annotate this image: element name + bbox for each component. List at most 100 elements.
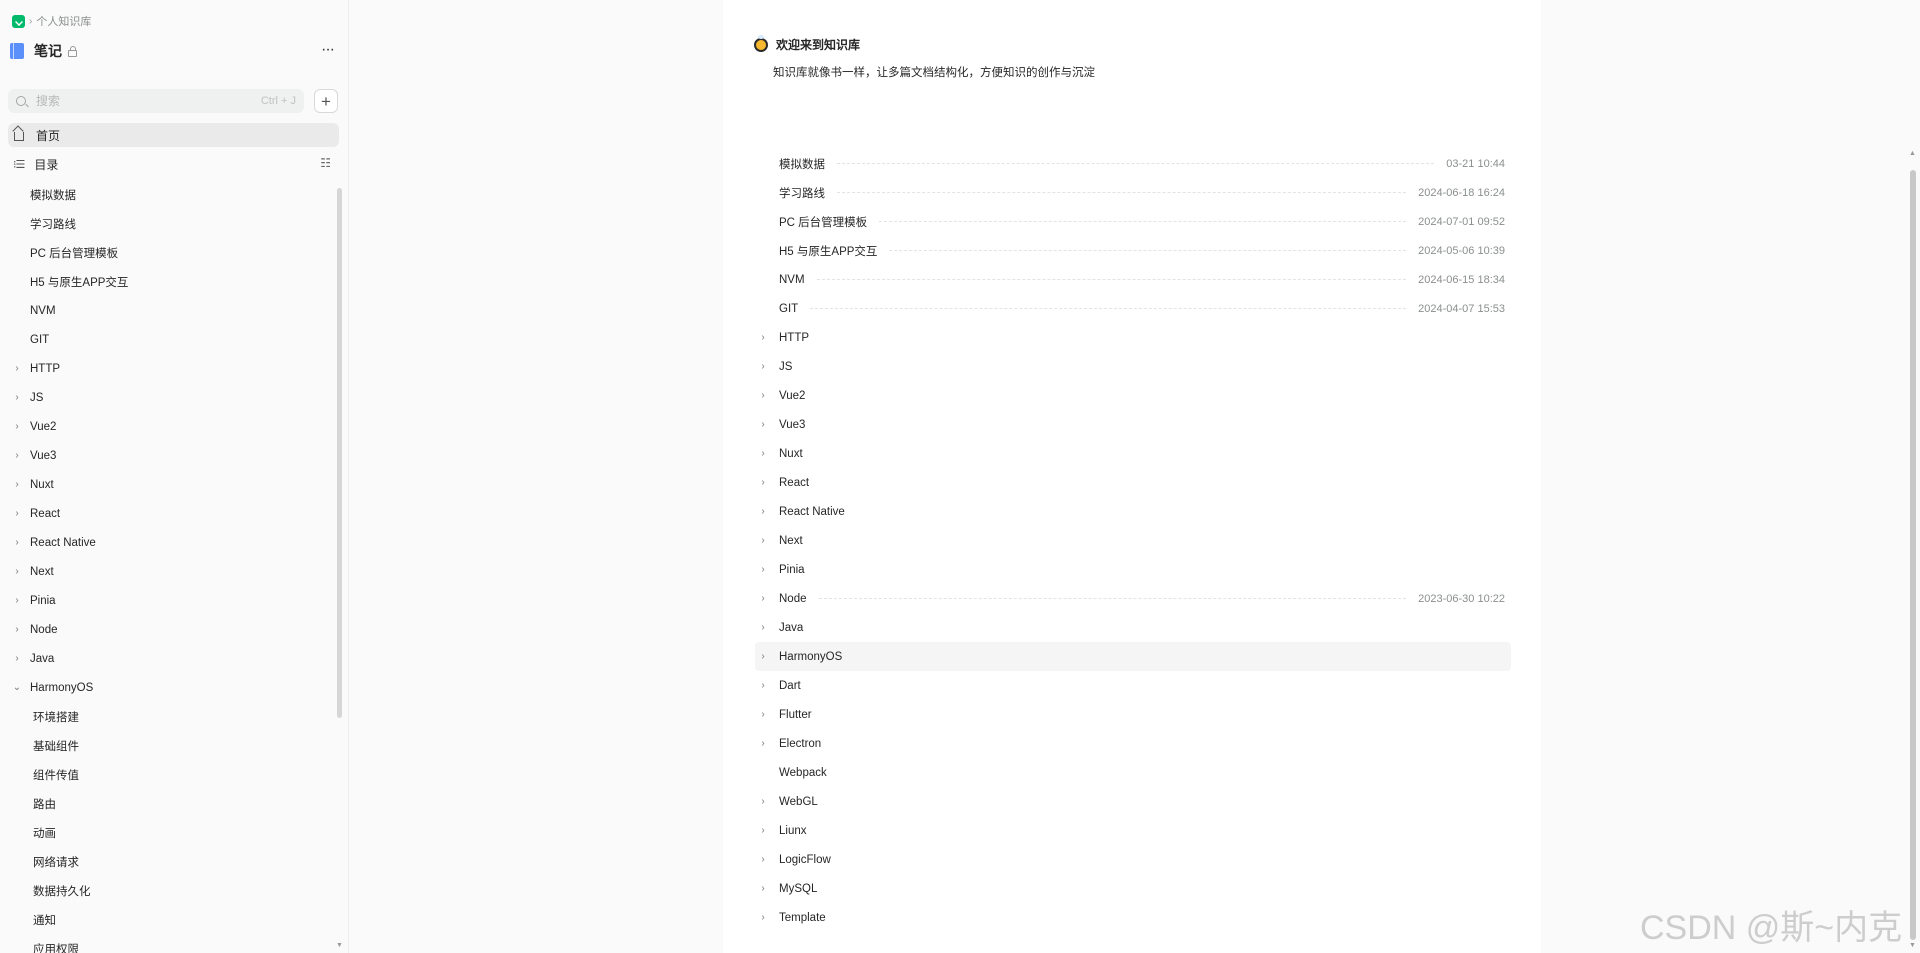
sidebar-tree-item[interactable]: › React <box>8 499 339 528</box>
sidebar-tree-item[interactable]: 数据持久化 <box>8 876 339 905</box>
doc-list-item[interactable]: PC 后台管理模板 2024-07-01 09:52 <box>755 207 1511 236</box>
doc-list-item[interactable]: › Dart <box>755 671 1511 700</box>
doc-title[interactable]: MySQL <box>779 883 817 895</box>
chevron-right-icon[interactable]: › <box>757 651 769 662</box>
doc-title[interactable]: NVM <box>779 274 805 286</box>
doc-list-item[interactable]: › MySQL <box>755 874 1511 903</box>
chevron-right-icon[interactable]: › <box>757 477 769 488</box>
sidebar-tree-item[interactable]: PC 后台管理模板 <box>8 238 339 267</box>
doc-list-item[interactable]: H5 与原生APP交互 2024-05-06 10:39 <box>755 236 1511 265</box>
doc-title[interactable]: Flutter <box>779 709 812 721</box>
add-button[interactable]: + <box>314 89 338 113</box>
doc-list-item[interactable]: › Flutter <box>755 700 1511 729</box>
doc-list-item[interactable]: › Node 2023-06-30 10:22 <box>755 584 1511 613</box>
doc-list-item[interactable]: › Next <box>755 526 1511 555</box>
chevron-right-icon[interactable]: › <box>10 508 24 519</box>
sidebar-scrollbar[interactable] <box>337 188 342 718</box>
doc-list-item[interactable]: › HarmonyOS <box>755 642 1511 671</box>
book-title[interactable]: 笔记 <box>34 41 62 61</box>
doc-list-item[interactable]: › Java <box>755 613 1511 642</box>
doc-list-item[interactable]: GIT 2024-04-07 15:53 <box>755 294 1511 323</box>
doc-title[interactable]: HTTP <box>779 332 809 344</box>
chevron-right-icon[interactable]: › <box>757 593 769 604</box>
chevron-right-icon[interactable]: › <box>757 390 769 401</box>
chevron-right-icon[interactable]: › <box>10 363 24 374</box>
doc-title[interactable]: H5 与原生APP交互 <box>779 243 877 259</box>
chevron-right-icon[interactable]: › <box>757 854 769 865</box>
chevron-right-icon[interactable]: › <box>757 912 769 923</box>
sidebar-tree-item[interactable]: › Java <box>8 644 339 673</box>
toc-view-toggle-icon[interactable]: ☷ <box>320 156 331 170</box>
doc-list-item[interactable]: › WebGL <box>755 787 1511 816</box>
sidebar-tree-item[interactable]: GIT <box>8 325 339 354</box>
chevron-right-icon[interactable]: › <box>10 450 24 461</box>
doc-title[interactable]: Vue3 <box>779 419 805 431</box>
sidebar-tree-item[interactable]: 动画 <box>8 818 339 847</box>
sidebar-tree-item[interactable]: 路由 <box>8 789 339 818</box>
doc-title[interactable]: Dart <box>779 680 801 692</box>
doc-list-item[interactable]: › Template <box>755 903 1511 932</box>
scroll-down-arrow-icon[interactable]: ▼ <box>1909 942 1916 949</box>
sidebar-tree-item[interactable]: › Node <box>8 615 339 644</box>
sidebar-tree-item[interactable]: › Vue2 <box>8 412 339 441</box>
sidebar-tree-item[interactable]: 基础组件 <box>8 731 339 760</box>
doc-title[interactable]: 模拟数据 <box>779 156 825 172</box>
chevron-right-icon[interactable]: › <box>10 653 24 664</box>
doc-title[interactable]: Template <box>779 912 826 924</box>
more-icon[interactable]: ··· <box>321 40 335 60</box>
chevron-right-icon[interactable]: › <box>757 332 769 343</box>
sidebar-tree-item[interactable]: 应用权限 <box>8 934 339 953</box>
chevron-right-icon[interactable]: › <box>10 537 24 548</box>
sidebar-tree-item[interactable]: ⌄ HarmonyOS <box>8 673 339 702</box>
doc-list-item[interactable]: › React <box>755 468 1511 497</box>
doc-list-item[interactable]: › Liunx <box>755 816 1511 845</box>
doc-title[interactable]: React Native <box>779 506 845 518</box>
scroll-down-arrow-icon[interactable]: ▼ <box>336 942 343 949</box>
doc-list-item[interactable]: › React Native <box>755 497 1511 526</box>
sidebar-tree-item[interactable]: › Nuxt <box>8 470 339 499</box>
nav-toc[interactable]: ⁝☰ 目录 ☷ <box>8 152 339 176</box>
chevron-right-icon[interactable]: › <box>10 421 24 432</box>
doc-list-item[interactable]: › Vue2 <box>755 381 1511 410</box>
doc-list-item[interactable]: › HTTP <box>755 323 1511 352</box>
nav-home[interactable]: 首页 <box>8 123 339 147</box>
doc-list-item[interactable]: › LogicFlow <box>755 845 1511 874</box>
doc-title[interactable]: JS <box>779 361 792 373</box>
doc-list-item[interactable]: › JS <box>755 352 1511 381</box>
doc-list-item[interactable]: › Vue3 <box>755 410 1511 439</box>
chevron-right-icon[interactable]: › <box>757 535 769 546</box>
chevron-right-icon[interactable]: › <box>757 419 769 430</box>
app-logo-icon[interactable] <box>12 14 25 28</box>
chevron-right-icon[interactable]: › <box>757 825 769 836</box>
doc-title[interactable]: WebGL <box>779 796 818 808</box>
doc-list-item[interactable]: › Nuxt <box>755 439 1511 468</box>
sidebar-tree-item[interactable]: › Next <box>8 557 339 586</box>
chevron-right-icon[interactable]: › <box>10 624 24 635</box>
chevron-right-icon[interactable]: › <box>757 622 769 633</box>
chevron-right-icon[interactable]: › <box>757 883 769 894</box>
scroll-up-arrow-icon[interactable]: ▲ <box>1909 150 1916 157</box>
sidebar-tree-item[interactable]: › Vue3 <box>8 441 339 470</box>
sidebar-tree-item[interactable]: 组件传值 <box>8 760 339 789</box>
doc-title[interactable]: Nuxt <box>779 448 803 460</box>
chevron-right-icon[interactable]: › <box>10 595 24 606</box>
doc-title[interactable]: LogicFlow <box>779 854 831 866</box>
sidebar-tree-item[interactable]: 模拟数据 <box>8 180 339 209</box>
breadcrumb-parent[interactable]: 个人知识库 <box>36 13 91 29</box>
main-scrollbar[interactable] <box>1910 170 1916 940</box>
search-box[interactable]: Ctrl + J <box>8 89 304 113</box>
sidebar-tree-item[interactable]: 网络请求 <box>8 847 339 876</box>
doc-title[interactable]: HarmonyOS <box>779 651 842 663</box>
doc-title[interactable]: React <box>779 477 809 489</box>
chevron-right-icon[interactable]: › <box>757 738 769 749</box>
doc-title[interactable]: GIT <box>779 303 798 315</box>
chevron-right-icon[interactable]: › <box>757 506 769 517</box>
doc-title[interactable]: 学习路线 <box>779 185 825 201</box>
doc-list-item[interactable]: NVM 2024-06-15 18:34 <box>755 265 1511 294</box>
doc-title[interactable]: Vue2 <box>779 390 805 402</box>
chevron-right-icon[interactable]: › <box>10 566 24 577</box>
doc-title[interactable]: Webpack <box>779 767 827 779</box>
doc-list-item[interactable]: Webpack <box>755 758 1511 787</box>
doc-title[interactable]: Electron <box>779 738 821 750</box>
doc-title[interactable]: Pinia <box>779 564 805 576</box>
